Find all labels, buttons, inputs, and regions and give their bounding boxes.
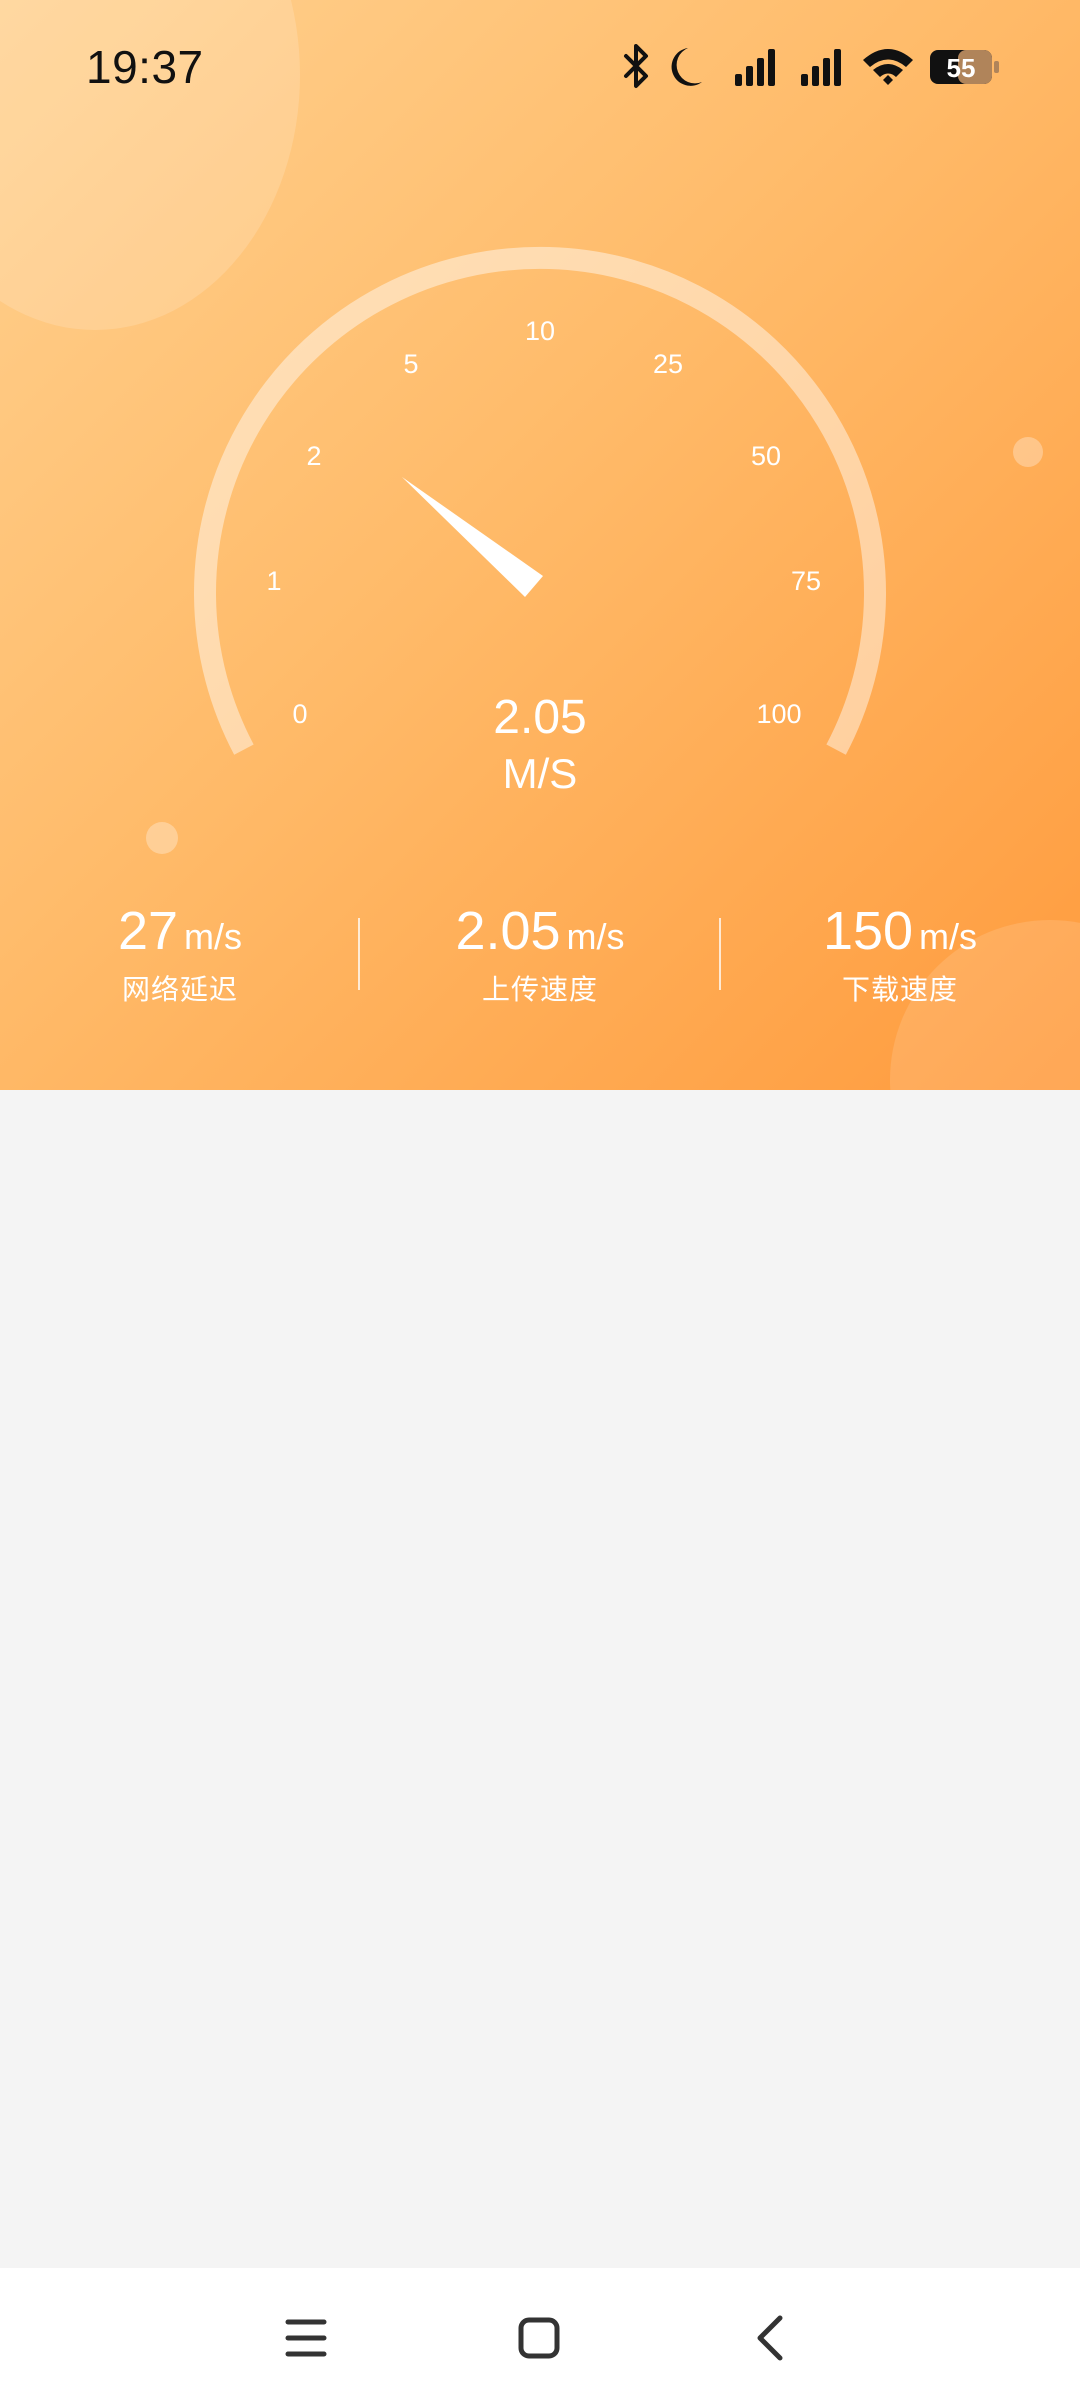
stat-label: 上传速度 <box>481 974 598 1005</box>
content-area <box>0 1090 1080 2268</box>
gauge-tick-label: 5 <box>403 349 418 379</box>
menu-icon[interactable] <box>266 2298 346 2378</box>
speed-test-header: 19:37 55 0 1 2 5 10 25 50 75 100 2.05 M/… <box>0 0 1080 1090</box>
current-speed-unit: M/S <box>502 750 578 797</box>
stat-upload: 2.05 m/s 上传速度 <box>360 900 720 1008</box>
navigation-bar <box>0 2268 1080 2400</box>
stat-label: 网络延迟 <box>121 974 238 1005</box>
stat-value: 27 <box>117 901 179 961</box>
stat-unit: m/s <box>184 916 243 957</box>
gauge-tick-label: 50 <box>751 441 781 471</box>
stat-value: 2.05 <box>455 901 561 961</box>
gauge-tick-label: 25 <box>653 349 683 379</box>
back-icon[interactable] <box>732 2298 812 2378</box>
stat-value: 150 <box>822 901 914 961</box>
stat-latency: 27 m/s 网络延迟 <box>0 900 360 1008</box>
stat-download: 150 m/s 下载速度 <box>720 900 1080 1008</box>
gauge-tick-label: 0 <box>292 699 307 729</box>
stat-label: 下载速度 <box>841 974 958 1005</box>
home-icon[interactable] <box>499 2298 579 2378</box>
gauge-tick-label: 10 <box>525 316 555 346</box>
stats-row: 27 m/s 网络延迟 2.05 m/s 上传速度 150 m/s 下载速度 <box>0 900 1080 1020</box>
gauge-tick-label: 75 <box>791 566 821 596</box>
gauge-tick-label: 100 <box>756 699 801 729</box>
stat-unit: m/s <box>566 916 625 957</box>
gauge-needle <box>402 477 543 597</box>
gauge-tick-label: 2 <box>306 441 321 471</box>
stat-unit: m/s <box>919 916 978 957</box>
gauge-tick-label: 1 <box>266 566 281 596</box>
current-speed-value: 2.05 <box>493 691 587 744</box>
